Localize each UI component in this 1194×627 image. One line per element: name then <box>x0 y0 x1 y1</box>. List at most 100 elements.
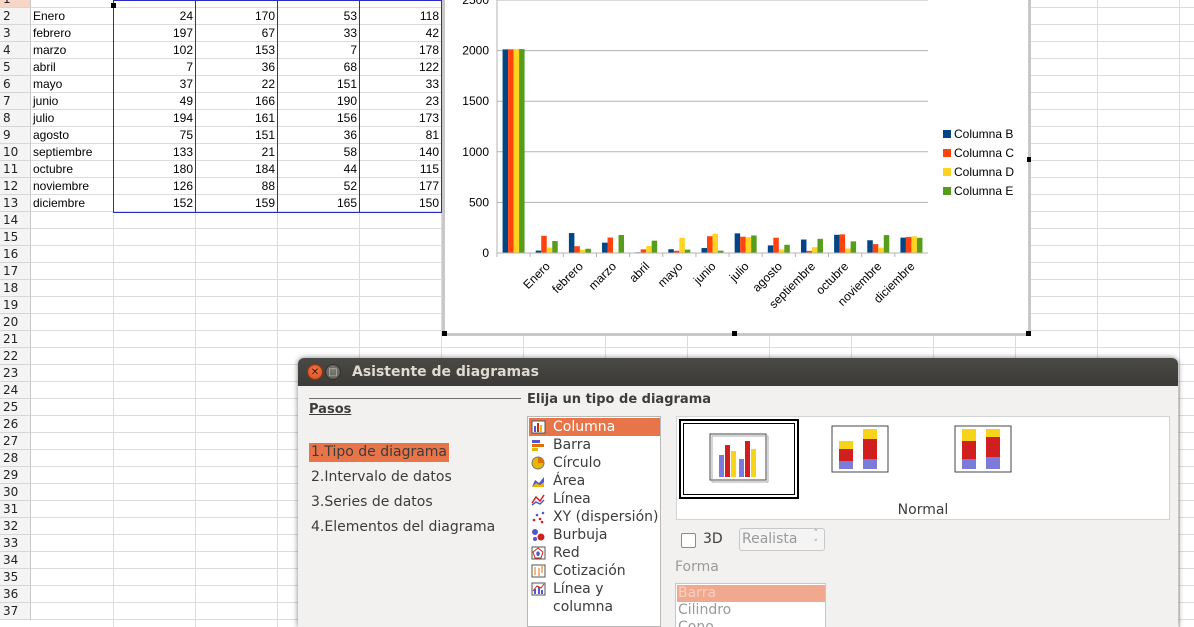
legend-label: Columna D <box>954 165 1014 179</box>
row-header[interactable]: 9 <box>0 127 31 144</box>
chart-type-item[interactable]: Columna <box>529 418 660 436</box>
column-line-chart-icon <box>531 582 546 596</box>
row-header[interactable]: 23 <box>0 365 31 382</box>
bar <box>850 241 857 253</box>
row-header[interactable]: 7 <box>0 93 31 110</box>
month-cell[interactable]: mayo <box>33 76 62 93</box>
row-header[interactable]: 10 <box>0 144 31 161</box>
bar <box>579 249 586 253</box>
chart-type-item[interactable]: XY (dispersión) <box>529 508 660 526</box>
month-cell[interactable]: febrero <box>33 25 71 42</box>
row-header[interactable]: 14 <box>0 212 31 229</box>
row-header[interactable]: 35 <box>0 569 31 586</box>
row-header[interactable]: 4 <box>0 42 31 59</box>
month-cell[interactable]: diciembre <box>33 195 85 212</box>
bar <box>646 246 652 253</box>
3d-checkbox[interactable] <box>681 533 696 548</box>
row-header[interactable]: 12 <box>0 178 31 195</box>
chart-type-item[interactable]: Cotización <box>529 562 660 580</box>
month-cell[interactable]: octubre <box>33 161 73 178</box>
maximize-button[interactable]: □ <box>325 364 341 380</box>
row-header[interactable]: 6 <box>0 76 31 93</box>
row-header[interactable]: 1 <box>0 0 31 8</box>
row-header[interactable]: 36 <box>0 586 31 603</box>
row-header[interactable]: 20 <box>0 314 31 331</box>
shape-option-bar[interactable]: Barra <box>677 585 825 602</box>
month-cell[interactable]: agosto <box>33 127 69 144</box>
row-header[interactable]: 11 <box>0 161 31 178</box>
shape-list[interactable]: Barra Cilindro Cono <box>675 583 826 627</box>
chart-type-item[interactable]: Barra <box>529 436 660 454</box>
row-header[interactable]: 30 <box>0 484 31 501</box>
row-header[interactable]: 16 <box>0 246 31 263</box>
chart-type-item[interactable]: Burbuja <box>529 526 660 544</box>
row-header[interactable]: 26 <box>0 416 31 433</box>
row-header[interactable]: 13 <box>0 195 31 212</box>
month-cell[interactable]: julio <box>33 110 54 127</box>
month-cell[interactable]: Enero <box>33 8 65 25</box>
row-header[interactable]: 5 <box>0 59 31 76</box>
bar <box>916 237 923 253</box>
row-header[interactable]: 34 <box>0 552 31 569</box>
row-header[interactable]: 18 <box>0 280 31 297</box>
row-header[interactable]: 31 <box>0 501 31 518</box>
month-cell[interactable]: abril <box>33 59 56 76</box>
resize-handle <box>1026 331 1031 336</box>
row-header[interactable]: 19 <box>0 297 31 314</box>
row-header[interactable]: 3 <box>0 25 31 42</box>
chart-type-item[interactable]: Círculo <box>529 454 660 472</box>
row-header[interactable]: 28 <box>0 450 31 467</box>
3d-style-value: Realista <box>742 531 798 547</box>
legend-swatch <box>943 187 951 195</box>
row-header[interactable]: 15 <box>0 229 31 246</box>
y-tick-label: 0 <box>482 246 489 260</box>
step-data-range[interactable]: 2.Intervalo de datos <box>309 468 454 487</box>
bar <box>701 248 707 253</box>
scatter-chart-icon <box>531 510 546 524</box>
variant-stacked[interactable] <box>831 425 891 477</box>
step-data-series[interactable]: 3.Series de datos <box>309 493 435 512</box>
chart-type-item[interactable]: Línea <box>529 490 660 508</box>
chart-type-list[interactable]: Columna Barra Círculo Área Línea XY (dispersi… <box>527 416 661 627</box>
month-cell[interactable]: junio <box>33 93 58 110</box>
bar <box>679 237 685 253</box>
row-header[interactable]: 22 <box>0 348 31 365</box>
shape-option-cone[interactable]: Cono <box>677 619 825 627</box>
variant-percent-stacked[interactable] <box>954 425 1014 477</box>
chart-type-item[interactable]: Área <box>529 472 660 490</box>
3d-label: 3D <box>703 531 723 547</box>
stacked-column-icon <box>831 425 889 473</box>
month-cell[interactable]: septiembre <box>33 144 92 161</box>
row-header[interactable]: 25 <box>0 399 31 416</box>
row-header[interactable]: 21 <box>0 331 31 348</box>
bar <box>640 249 647 253</box>
x-tick-label: febrero <box>549 259 586 296</box>
range-anchor-handle[interactable] <box>111 3 116 8</box>
3d-style-select[interactable]: Realista ˄ ˅ <box>739 528 825 551</box>
variant-normal[interactable] <box>679 419 799 499</box>
shape-option-cylinder[interactable]: Cilindro <box>677 602 825 619</box>
column-chart-icon <box>531 420 546 434</box>
month-cell[interactable]: noviembre <box>33 178 89 195</box>
row-header[interactable]: 17 <box>0 263 31 280</box>
chart-type-item[interactable]: Red <box>529 544 660 562</box>
resize-handle <box>1027 157 1031 162</box>
row-header[interactable]: 27 <box>0 433 31 450</box>
bar <box>745 237 752 253</box>
month-cell[interactable]: marzo <box>33 42 66 59</box>
row-header[interactable]: 37 <box>0 603 31 620</box>
bar <box>834 234 840 253</box>
close-button[interactable]: ✕ <box>307 364 323 380</box>
row-header[interactable]: 24 <box>0 382 31 399</box>
chart-type-item[interactable]: Línea y columna <box>529 580 660 615</box>
row-header[interactable]: 32 <box>0 518 31 535</box>
legend-swatch <box>943 149 951 157</box>
row-header[interactable]: 33 <box>0 535 31 552</box>
row-header[interactable]: 8 <box>0 110 31 127</box>
bar <box>568 233 575 253</box>
row-header[interactable]: 2 <box>0 8 31 25</box>
step-chart-elements[interactable]: 4.Elementos del diagrama <box>309 518 497 537</box>
step-chart-type[interactable]: 1.Tipo de diagrama <box>309 443 450 462</box>
chart[interactable]: 0 500 1000 1500 2000 2500 Enero febrero marzo abr… <box>442 0 1031 336</box>
row-header[interactable]: 29 <box>0 467 31 484</box>
